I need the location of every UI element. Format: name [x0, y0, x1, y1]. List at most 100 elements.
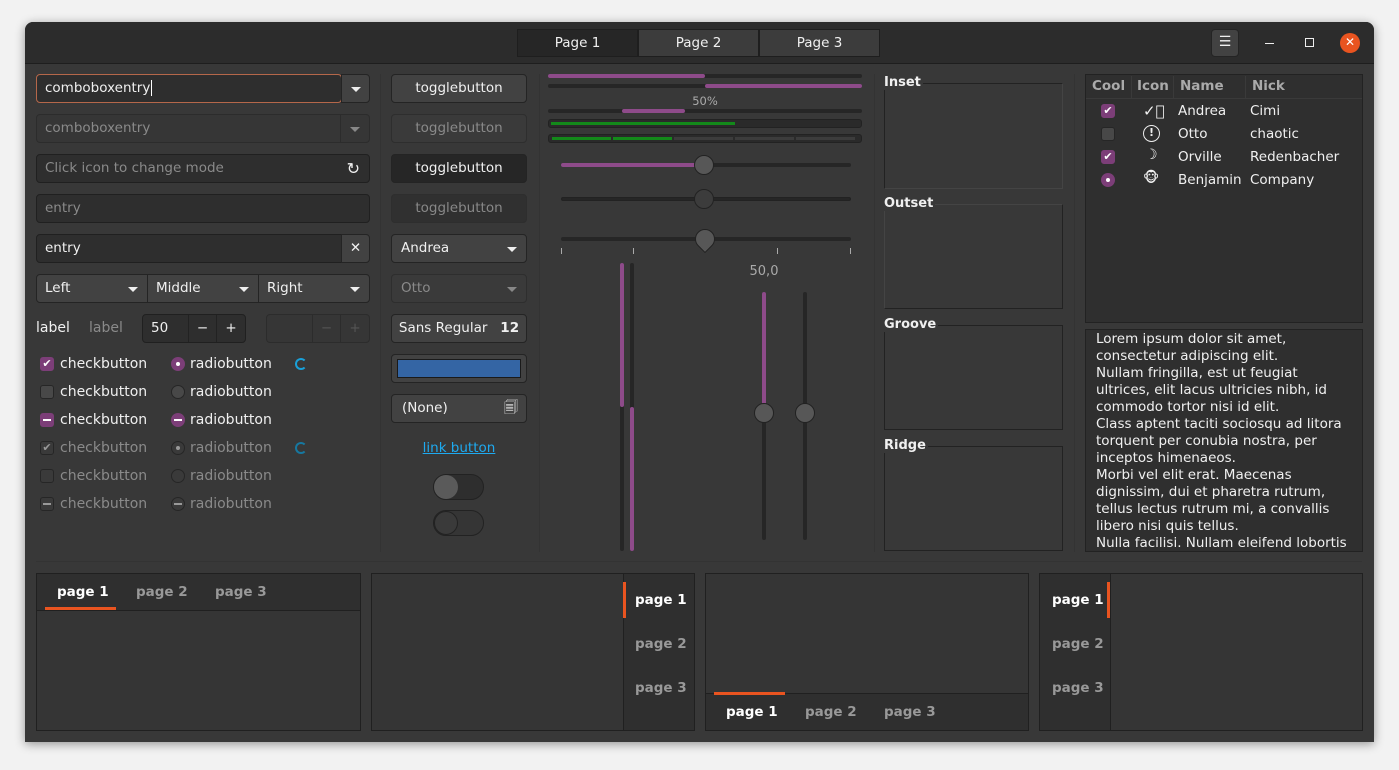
- notebook-bottom-tab-3[interactable]: page 3: [884, 704, 936, 720]
- menu-button[interactable]: ☰: [1211, 29, 1239, 57]
- text-line: tellus lectus rutrum mi, a convallis: [1096, 501, 1330, 517]
- maximize-button[interactable]: [1305, 38, 1314, 47]
- notebook-bottom-tab-2[interactable]: page 2: [805, 704, 857, 720]
- mode-entry[interactable]: Click icon to change mode ↻: [36, 154, 370, 183]
- vertical-scale-2-handle[interactable]: [795, 403, 815, 423]
- notebook-top-tab-3[interactable]: page 3: [215, 584, 267, 600]
- combo-andrea[interactable]: Andrea: [391, 234, 527, 263]
- minus-icon: −: [312, 315, 340, 342]
- tab-page-3[interactable]: Page 3: [759, 29, 880, 57]
- frame-inset-label: Inset: [884, 75, 923, 90]
- scale-value: 50,0: [749, 264, 779, 279]
- checkbox-checked[interactable]: ✔: [40, 357, 54, 371]
- combo-right[interactable]: Right: [258, 274, 370, 303]
- spin-button[interactable]: 50 − +: [142, 314, 246, 343]
- combo-andrea-label: Andrea: [401, 240, 450, 256]
- row-name: Andrea: [1178, 103, 1227, 119]
- row-name: Orville: [1178, 149, 1222, 165]
- notebook-top-tab-1[interactable]: page 1: [57, 584, 109, 600]
- combo-entry-text: comboboxentry: [45, 80, 151, 96]
- frame-groove: [884, 325, 1063, 430]
- text-line: libero nisi quis tellus.: [1096, 518, 1239, 534]
- row-radio[interactable]: [1101, 173, 1115, 187]
- chevron-down-icon: [350, 87, 361, 92]
- notebook-top-tab-2[interactable]: page 2: [136, 584, 188, 600]
- combo-dropdown-button[interactable]: [341, 74, 370, 103]
- tab-page-2[interactable]: Page 2: [638, 29, 759, 57]
- combo-middle[interactable]: Middle: [147, 274, 259, 303]
- checkbox-label: checkbutton: [60, 440, 148, 456]
- chevron-down-icon: [128, 287, 138, 292]
- entry-empty[interactable]: entry: [36, 194, 370, 223]
- active-tab-indicator: [1107, 582, 1110, 618]
- spin-button-disabled: − +: [266, 314, 370, 343]
- scale-1-handle[interactable]: [694, 155, 714, 175]
- tab-page-1[interactable]: Page 1: [517, 29, 638, 57]
- frame-outset-label: Outset: [884, 196, 936, 211]
- font-size: 12: [500, 320, 520, 336]
- text-view[interactable]: Lorem ipsum dolor sit amet, consectetur a…: [1085, 329, 1363, 552]
- radio-selected-disabled: [171, 441, 185, 455]
- column-icon[interactable]: Icon: [1137, 78, 1169, 94]
- minus-icon[interactable]: −: [188, 315, 216, 342]
- column-cool[interactable]: Cool: [1092, 78, 1125, 94]
- notebook-bottom-tab-1[interactable]: page 1: [726, 704, 778, 720]
- level-bar-segmented: [548, 134, 862, 143]
- separator: [874, 74, 875, 552]
- notebook-right-tab-3[interactable]: page 3: [635, 680, 687, 696]
- tick-mark: [850, 248, 851, 254]
- color-button[interactable]: [391, 354, 527, 383]
- spin-value: 50: [151, 320, 169, 336]
- radio-selected[interactable]: [171, 357, 185, 371]
- moon-icon: ☽: [1145, 147, 1158, 163]
- separator: [1074, 74, 1075, 552]
- tick-mark: [633, 248, 634, 254]
- combo-entry[interactable]: comboboxentry: [36, 74, 342, 103]
- spinner-icon-disabled: [295, 442, 307, 454]
- entry-value: entry: [45, 240, 81, 256]
- document-icon: 🗐: [504, 400, 518, 416]
- row-nick: chaotic: [1250, 126, 1299, 142]
- tick-mark: [777, 248, 778, 254]
- switch-1[interactable]: [433, 474, 484, 500]
- toggle-button-active[interactable]: togglebutton: [391, 154, 527, 183]
- notebook-right-tab-1[interactable]: page 1: [635, 592, 687, 608]
- close-button[interactable]: ✕: [1340, 33, 1360, 53]
- switch-2[interactable]: [433, 510, 484, 536]
- column-nick[interactable]: Nick: [1252, 78, 1285, 94]
- row-nick: Redenbacher: [1250, 149, 1340, 165]
- text-line: consectetur adipiscing elit.: [1096, 348, 1279, 364]
- clear-button[interactable]: ✕: [341, 234, 370, 263]
- combo-middle-label: Middle: [156, 280, 201, 296]
- color-swatch: [397, 359, 521, 378]
- font-button[interactable]: Sans Regular 12: [391, 314, 527, 343]
- minimize-button[interactable]: [1265, 43, 1274, 44]
- scale-2-handle[interactable]: [694, 189, 714, 209]
- frame-inset: [884, 83, 1063, 189]
- radio-mixed[interactable]: [171, 413, 185, 427]
- column-name[interactable]: Name: [1180, 78, 1224, 94]
- row-checkbox[interactable]: ✔: [1101, 150, 1115, 164]
- close-icon: ✕: [1344, 35, 1356, 49]
- vertical-scale-1-handle[interactable]: [754, 403, 774, 423]
- row-checkbox[interactable]: ✔: [1101, 104, 1115, 118]
- notebook-left-tab-3[interactable]: page 3: [1052, 680, 1104, 696]
- radio-unselected[interactable]: [171, 385, 185, 399]
- entry-filled[interactable]: entry: [36, 234, 342, 263]
- checkbox-mixed[interactable]: [40, 413, 54, 427]
- notebook-left-tab-1[interactable]: page 1: [1052, 592, 1104, 608]
- vertical-progress-2: [630, 263, 634, 551]
- radio-label: radiobutton: [190, 496, 272, 512]
- link-button[interactable]: link button: [391, 440, 527, 456]
- toggle-button[interactable]: togglebutton: [391, 74, 527, 103]
- notebook-left-tab-2[interactable]: page 2: [1052, 636, 1104, 652]
- row-checkbox[interactable]: [1101, 127, 1115, 141]
- radio-unselected-disabled: [171, 469, 185, 483]
- combo-left[interactable]: Left: [36, 274, 148, 303]
- plus-icon[interactable]: +: [216, 315, 245, 342]
- checkbox-unchecked[interactable]: [40, 385, 54, 399]
- tree-header: [1086, 75, 1362, 99]
- file-chooser-button[interactable]: (None) 🗐: [391, 394, 527, 423]
- notebook-right-tab-2[interactable]: page 2: [635, 636, 687, 652]
- refresh-icon[interactable]: ↻: [347, 155, 360, 182]
